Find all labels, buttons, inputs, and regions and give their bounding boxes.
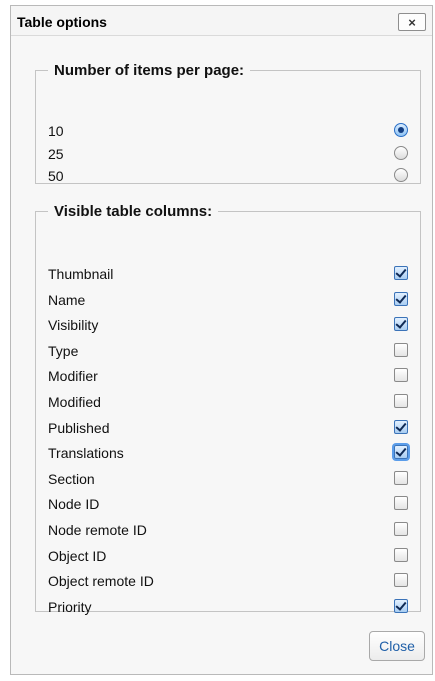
visible-columns-group: Visible table columns: Thumbnail Name Visi… bbox=[35, 203, 421, 615]
visible-column-checkbox[interactable] bbox=[394, 521, 408, 536]
visible-column-row[interactable]: Object ID bbox=[48, 546, 408, 572]
visible-column-checkbox[interactable] bbox=[394, 291, 408, 306]
items-per-page-option-row[interactable]: 10 bbox=[48, 121, 408, 144]
table-options-dialog: Table options × Number of items per page… bbox=[10, 5, 433, 675]
visible-column-row[interactable]: Visibility bbox=[48, 315, 408, 341]
visible-column-row[interactable]: Section bbox=[48, 469, 408, 495]
visible-column-label: Section bbox=[48, 470, 95, 487]
items-per-page-radio[interactable] bbox=[394, 145, 408, 160]
dialog-titlebar: Table options × bbox=[11, 6, 432, 36]
visible-column-row[interactable]: Translations bbox=[48, 443, 408, 469]
visible-columns-options: Thumbnail Name Visibility Type Modifier Modif… bbox=[48, 264, 408, 622]
visible-column-row[interactable]: Modifier bbox=[48, 366, 408, 392]
visible-column-row[interactable]: Type bbox=[48, 341, 408, 367]
visible-column-row[interactable]: Published bbox=[48, 418, 408, 444]
items-per-page-group: Number of items per page: 10 25 50 bbox=[35, 62, 421, 184]
items-per-page-option-row[interactable]: 50 bbox=[48, 166, 408, 189]
items-per-page-option-label: 10 bbox=[48, 123, 64, 139]
close-icon[interactable]: × bbox=[398, 13, 426, 31]
visible-column-checkbox[interactable] bbox=[394, 419, 408, 434]
visible-column-checkbox[interactable] bbox=[394, 598, 408, 613]
visible-column-label: Node ID bbox=[48, 496, 100, 513]
items-per-page-option-label: 50 bbox=[48, 168, 64, 184]
visible-column-row[interactable]: Node remote ID bbox=[48, 520, 408, 546]
visible-column-checkbox[interactable] bbox=[394, 573, 408, 588]
items-per-page-option-row[interactable]: 25 bbox=[48, 144, 408, 167]
visible-column-checkbox[interactable] bbox=[394, 393, 408, 408]
visible-column-row[interactable]: Name bbox=[48, 290, 408, 316]
visible-columns-legend: Visible table columns: bbox=[54, 203, 213, 220]
items-per-page-radio[interactable] bbox=[394, 168, 408, 182]
visible-column-checkbox[interactable] bbox=[394, 368, 408, 383]
visible-column-row[interactable]: Object remote ID bbox=[48, 571, 408, 597]
visible-column-label: Node remote ID bbox=[48, 521, 147, 538]
visible-column-checkbox[interactable] bbox=[394, 496, 408, 511]
visible-column-row[interactable]: Node ID bbox=[48, 494, 408, 520]
visible-column-label: Translations bbox=[48, 445, 124, 462]
visible-column-checkbox[interactable] bbox=[394, 342, 408, 357]
items-per-page-options: 10 25 50 bbox=[48, 121, 408, 189]
visible-column-checkbox[interactable] bbox=[394, 317, 408, 332]
items-per-page-option-label: 25 bbox=[48, 145, 64, 162]
dialog-title: Table options bbox=[17, 14, 107, 30]
visible-column-label: Published bbox=[48, 419, 110, 436]
items-per-page-legend: Number of items per page: bbox=[54, 62, 245, 79]
visible-column-label: Name bbox=[48, 291, 86, 308]
visible-column-label: Visibility bbox=[48, 317, 99, 334]
background-page-edge bbox=[0, 0, 8, 681]
visible-column-label: Object ID bbox=[48, 547, 107, 564]
visible-column-row[interactable]: Modified bbox=[48, 392, 408, 418]
visible-column-row[interactable]: Thumbnail bbox=[48, 264, 408, 290]
visible-column-checkbox[interactable] bbox=[394, 266, 408, 280]
visible-column-checkbox[interactable] bbox=[394, 445, 408, 460]
items-per-page-radio[interactable] bbox=[394, 123, 408, 137]
visible-column-checkbox[interactable] bbox=[394, 470, 408, 485]
visible-column-label: Priority bbox=[48, 598, 92, 615]
visible-column-row[interactable]: Priority bbox=[48, 597, 408, 623]
visible-column-label: Modified bbox=[48, 393, 101, 410]
visible-column-label: Modifier bbox=[48, 368, 98, 385]
visible-column-label: Thumbnail bbox=[48, 266, 114, 282]
visible-column-checkbox[interactable] bbox=[394, 547, 408, 562]
close-button[interactable]: Close bbox=[369, 631, 425, 661]
visible-column-label: Object remote ID bbox=[48, 573, 154, 590]
visible-column-label: Type bbox=[48, 342, 79, 359]
